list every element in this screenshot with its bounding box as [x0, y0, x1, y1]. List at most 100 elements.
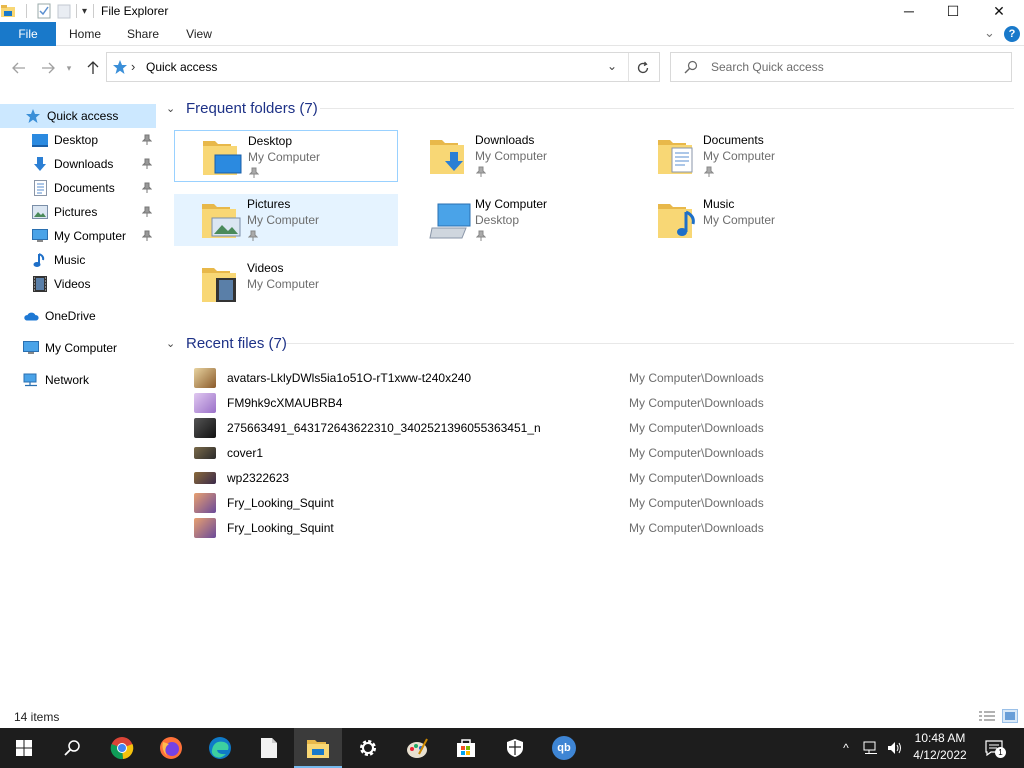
security-icon: [507, 739, 523, 757]
nav-item-documents[interactable]: Documents: [0, 176, 156, 200]
nav-item-label: Pictures: [54, 205, 98, 219]
taskbar: qb ^ 10:48 AM 4/12/2022 1: [0, 728, 1024, 768]
volume-tray-icon[interactable]: [884, 728, 906, 768]
clock-date: 4/12/2022: [913, 748, 967, 762]
file-name: 275663491_643172643622310_34025213960553…: [227, 421, 541, 435]
recent-locations-button[interactable]: ▾: [62, 58, 76, 78]
folder-tile-music[interactable]: Music My Computer: [630, 194, 854, 246]
taskbar-notepad[interactable]: [245, 728, 293, 768]
search-box[interactable]: Search Quick access: [670, 52, 1012, 82]
up-arrow-icon: [87, 61, 99, 74]
nav-item-my-computer-root[interactable]: My Computer: [0, 336, 156, 360]
recent-file-row[interactable]: FM9hk9cXMAUBRB4 My Computer\Downloads: [192, 390, 1012, 415]
large-icons-view-icon[interactable]: [1002, 709, 1018, 723]
main-content: ⌄ Frequent folders (7) Desktop My Comput…: [160, 92, 1024, 704]
nav-item-my-computer[interactable]: My Computer: [0, 224, 156, 248]
folder-tile-desktop[interactable]: Desktop My Computer: [174, 130, 398, 182]
recent-file-row[interactable]: wp2322623 My Computer\Downloads: [192, 465, 1012, 490]
customize-toolbar-chevron-icon[interactable]: ▾: [82, 6, 87, 17]
taskbar-security[interactable]: [491, 728, 539, 768]
taskbar-firefox[interactable]: [147, 728, 195, 768]
ribbon-tabs: File Home Share View ⌄ ?: [0, 22, 1024, 46]
taskbar-edge[interactable]: [196, 728, 244, 768]
tab-share[interactable]: Share: [118, 22, 168, 46]
file-name: FM9hk9cXMAUBRB4: [227, 396, 343, 410]
pin-icon[interactable]: [141, 206, 153, 218]
nav-item-quick-access[interactable]: Quick access: [0, 104, 156, 128]
taskbar-paint[interactable]: [393, 728, 441, 768]
pin-icon[interactable]: [141, 182, 153, 194]
recent-files-title: Recent files (7): [186, 334, 287, 352]
pin-icon: [248, 167, 260, 179]
tab-file[interactable]: File: [0, 22, 56, 46]
maximize-button[interactable]: ☐: [930, 0, 976, 22]
downloads-folder-icon: [428, 134, 472, 178]
folder-name: Desktop: [248, 134, 293, 148]
tab-view[interactable]: View: [176, 22, 222, 46]
recent-files-header[interactable]: ⌄ Recent files (7): [166, 331, 287, 355]
nav-item-downloads[interactable]: Downloads: [0, 152, 156, 176]
nav-item-label: Desktop: [54, 133, 99, 147]
minimize-button[interactable]: ─: [886, 0, 932, 22]
folder-tile-my-computer[interactable]: My Computer Desktop: [402, 194, 626, 246]
folder-tile-documents[interactable]: Documents My Computer: [630, 130, 854, 182]
back-button[interactable]: [9, 58, 29, 78]
details-view-icon[interactable]: [978, 710, 996, 724]
file-explorer-app-icon[interactable]: [0, 3, 16, 19]
taskbar-chrome[interactable]: [98, 728, 146, 768]
folder-tile-videos[interactable]: Videos My Computer: [174, 258, 398, 310]
address-bar[interactable]: › Quick access ⌄: [106, 52, 660, 82]
search-icon: [64, 740, 80, 756]
collapse-chevron-icon: ⌄: [166, 337, 176, 350]
taskbar-qbittorrent[interactable]: qb: [540, 728, 588, 768]
forward-button[interactable]: [38, 58, 58, 78]
nav-item-onedrive[interactable]: OneDrive: [0, 304, 156, 328]
start-button[interactable]: [0, 728, 48, 768]
refresh-icon[interactable]: [634, 59, 652, 77]
navigation-pane: Quick access Desktop Downloads Documents…: [0, 104, 156, 704]
window-title: File Explorer: [101, 4, 169, 18]
pin-icon[interactable]: [141, 230, 153, 242]
breadcrumb-quick-access[interactable]: Quick access: [146, 60, 217, 74]
nav-item-network[interactable]: Network: [0, 368, 156, 392]
nav-item-desktop[interactable]: Desktop: [0, 128, 156, 152]
folder-location: My Computer: [703, 149, 776, 163]
show-hidden-icons-button[interactable]: ^: [836, 728, 856, 768]
recent-file-row[interactable]: Fry_Looking_Squint My Computer\Downloads: [192, 490, 1012, 515]
taskbar-store[interactable]: [442, 728, 490, 768]
close-button[interactable]: ✕: [976, 0, 1022, 22]
forward-arrow-icon: [42, 62, 55, 74]
nav-item-videos[interactable]: Videos: [0, 272, 156, 296]
help-icon[interactable]: ?: [1004, 26, 1020, 42]
address-history-dropdown-icon[interactable]: ⌄: [607, 59, 617, 73]
network-tray-icon[interactable]: [860, 728, 882, 768]
clock[interactable]: 10:48 AM 4/12/2022: [905, 730, 975, 766]
notification-center-button[interactable]: 1: [980, 728, 1008, 768]
notification-count-badge: 1: [995, 747, 1006, 758]
recent-file-row[interactable]: avatars-LklyDWls5ia1o51O-rT1xww-t240x240…: [192, 365, 1012, 390]
taskbar-search-button[interactable]: [48, 728, 96, 768]
recent-file-row[interactable]: Fry_Looking_Squint My Computer\Downloads: [192, 515, 1012, 540]
up-button[interactable]: [83, 58, 103, 78]
new-folder-icon[interactable]: [57, 3, 71, 19]
recent-file-row[interactable]: cover1 My Computer\Downloads: [192, 440, 1012, 465]
store-icon: [457, 739, 475, 757]
folder-name: Videos: [247, 261, 284, 275]
desktop-icon: [32, 132, 48, 148]
frequent-folders-header[interactable]: ⌄ Frequent folders (7): [166, 96, 318, 120]
breadcrumb-separator[interactable]: ›: [131, 59, 135, 74]
folder-tile-pictures[interactable]: Pictures My Computer: [174, 194, 398, 246]
taskbar-file-explorer[interactable]: [294, 728, 342, 768]
expand-ribbon-icon[interactable]: ⌄: [984, 26, 998, 42]
folder-tile-downloads[interactable]: Downloads My Computer: [402, 130, 626, 182]
folder-name: Downloads: [475, 133, 535, 147]
properties-icon[interactable]: [37, 3, 51, 19]
nav-item-music[interactable]: Music: [0, 248, 156, 272]
nav-item-pictures[interactable]: Pictures: [0, 200, 156, 224]
tab-home[interactable]: Home: [60, 22, 110, 46]
file-location: My Computer\Downloads: [629, 521, 764, 535]
pin-icon[interactable]: [141, 158, 153, 170]
recent-file-row[interactable]: 275663491_643172643622310_34025213960553…: [192, 415, 1012, 440]
taskbar-settings[interactable]: [344, 728, 392, 768]
pin-icon[interactable]: [141, 134, 153, 146]
